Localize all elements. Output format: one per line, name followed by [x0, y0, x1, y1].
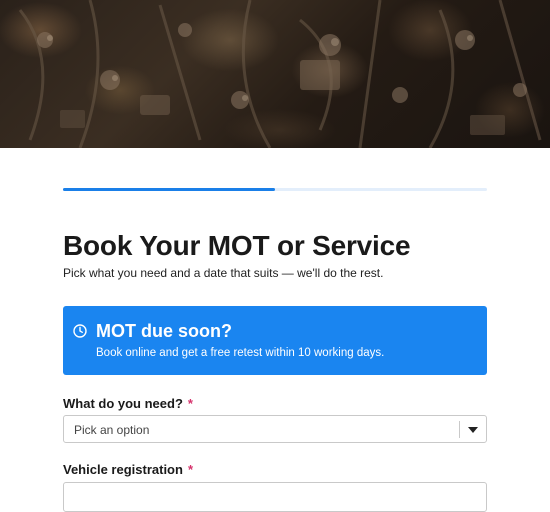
- notice-title: MOT due soon?: [96, 321, 232, 341]
- service-select-placeholder: Pick an option: [74, 423, 150, 437]
- hero-image: [0, 0, 550, 148]
- page-subtitle: Pick what you need and a date that suits…: [63, 266, 384, 280]
- required-marker: *: [187, 462, 193, 477]
- progress-fill: [63, 188, 275, 191]
- page-title: Book Your MOT or Service: [63, 230, 411, 261]
- service-label: What do you need? *: [63, 396, 193, 411]
- chevron-down-icon[interactable]: [468, 427, 478, 433]
- vehicle-registration-field[interactable]: [63, 482, 487, 512]
- service-label-text: What do you need?: [63, 396, 183, 411]
- hero-engine-parts: [18, 0, 542, 148]
- progress-bar: [63, 188, 487, 191]
- notice-text: Book online and get a free retest within…: [96, 347, 385, 359]
- service-select[interactable]: Pick an option: [63, 415, 487, 443]
- registration-label-text: Vehicle registration: [63, 462, 183, 477]
- clock-icon: [73, 324, 87, 338]
- mot-notice-banner: MOT due soon? Book online and get a free…: [63, 306, 487, 375]
- required-marker: *: [187, 396, 193, 411]
- select-divider: [459, 421, 460, 438]
- registration-label: Vehicle registration *: [63, 462, 193, 477]
